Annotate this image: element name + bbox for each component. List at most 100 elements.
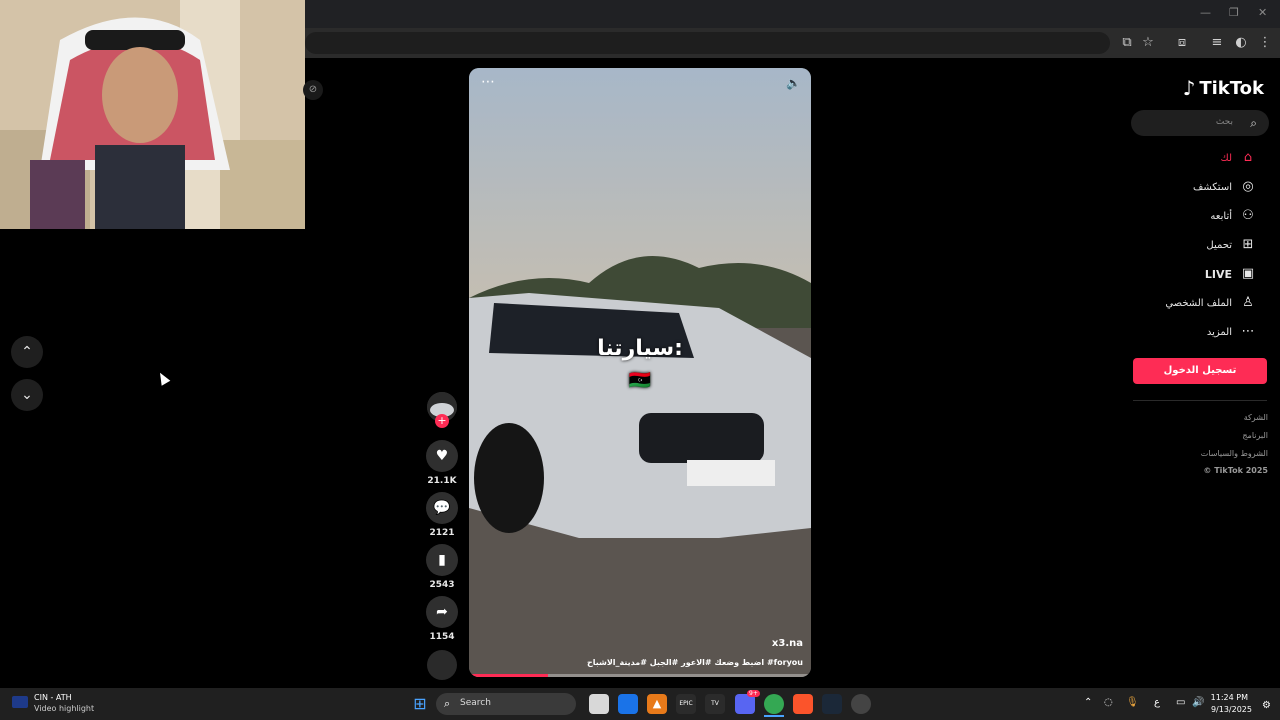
- webcam-image: [0, 0, 305, 229]
- chrome-active-indicator: [764, 715, 784, 717]
- sidebar-item-label: استكشف: [1193, 181, 1232, 193]
- epic-games-icon[interactable]: EPIC: [676, 694, 696, 714]
- footer-copyright: © TikTok 2025: [1203, 466, 1268, 475]
- clock-date[interactable]: 9/13/2025: [1208, 705, 1252, 714]
- like-button[interactable]: ♥: [426, 440, 458, 472]
- more-icon: ⋯: [1241, 324, 1255, 339]
- mouse-cursor: [155, 370, 171, 386]
- search-box[interactable]: ⌕ بحث: [1131, 110, 1269, 136]
- video-username[interactable]: x3.na: [772, 638, 803, 649]
- sidebar-item-label: أتابعه: [1210, 210, 1232, 222]
- volume-icon[interactable]: 🔈: [786, 76, 801, 90]
- discord-badge: 9+: [747, 690, 760, 697]
- taskbar-search-label: Search: [460, 698, 491, 708]
- sidebar-item-3[interactable]: تحميل ⊞: [1206, 234, 1256, 256]
- sidebar-item-label: الملف الشخصي: [1165, 297, 1232, 309]
- cast-icon[interactable]: ⧉: [1118, 34, 1136, 52]
- vlc-icon[interactable]: ▲: [647, 694, 667, 714]
- share-count: 1154: [429, 632, 455, 642]
- sidebar-item-6[interactable]: المزيد ⋯: [1207, 321, 1256, 343]
- pluto-tv-icon[interactable]: TV: [705, 694, 725, 714]
- more-options-icon[interactable]: ⋯: [481, 74, 495, 90]
- sidebar-item-2[interactable]: أتابعه ⚇: [1210, 205, 1256, 227]
- comment-button[interactable]: 💬: [426, 492, 458, 524]
- minimize-button[interactable]: —: [1200, 6, 1211, 19]
- video-player[interactable]: ⋯ 🔈 سيارتنا: 🇱🇾 x3.na اضبط وضعك #الاعور …: [469, 68, 811, 677]
- show-hidden-icons-icon[interactable]: ⌃: [1084, 697, 1092, 708]
- windows-start-icon[interactable]: ⊞: [410, 694, 430, 714]
- previous-video-button[interactable]: ⌃: [11, 336, 43, 368]
- webcam-overlay: [0, 0, 305, 229]
- sidebar-item-5[interactable]: الملف الشخصي ♙: [1165, 292, 1256, 314]
- save-button[interactable]: ▮: [426, 544, 458, 576]
- weather-location[interactable]: CIN - ATH: [34, 693, 72, 702]
- extensions-icon[interactable]: ⧈: [1173, 34, 1191, 52]
- sidebar-item-label: تحميل: [1206, 239, 1232, 251]
- app-icon[interactable]: [851, 694, 871, 714]
- save-count: 2543: [429, 580, 455, 590]
- share-arrow-icon: ➦: [436, 604, 448, 620]
- restore-button[interactable]: ❐: [1229, 6, 1239, 19]
- profile-avatar-icon[interactable]: ◐: [1232, 34, 1250, 52]
- weather-widget-icon[interactable]: [12, 696, 28, 708]
- footer-program-link[interactable]: البرنامج: [1242, 431, 1268, 440]
- video-hashtags[interactable]: اضبط وضعك #الاعور #الجبل #مدينة_الاشباح …: [587, 658, 803, 667]
- follow-plus-icon[interactable]: +: [435, 414, 449, 428]
- input-language[interactable]: ع: [1154, 697, 1160, 708]
- sidebar-item-label: المزيد: [1206, 326, 1232, 338]
- notification-icon[interactable]: ⚙: [1262, 700, 1271, 711]
- upload-icon: ⊞: [1242, 237, 1254, 252]
- network-icon[interactable]: ◌: [1104, 697, 1113, 708]
- address-bar[interactable]: [305, 32, 1110, 54]
- sidebar-item-label: لك: [1220, 152, 1232, 164]
- home-icon: ⌂: [1243, 150, 1253, 165]
- brave-icon[interactable]: [793, 694, 813, 714]
- taskbar-search-icon: ⌕: [444, 697, 451, 710]
- share-button[interactable]: ➦: [426, 596, 458, 628]
- search-placeholder: بحث: [1215, 117, 1233, 127]
- next-video-button[interactable]: ⌄: [11, 379, 43, 411]
- bookmark-star-icon[interactable]: ☆: [1139, 34, 1157, 52]
- wifi-icon[interactable]: ▭: [1176, 697, 1185, 708]
- edge-browser-icon[interactable]: [618, 694, 638, 714]
- music-disc-icon[interactable]: [427, 650, 457, 680]
- sidebar-item-4[interactable]: LIVE ▣: [1205, 263, 1256, 285]
- video-progress-fill: [469, 674, 548, 677]
- weather-subtitle: Video highlight: [34, 704, 95, 713]
- libya-flag: 🇱🇾: [628, 370, 652, 391]
- browser-menu-icon[interactable]: ⋮: [1256, 34, 1274, 52]
- footer-company-link[interactable]: الشركة: [1244, 413, 1268, 422]
- login-button[interactable]: تسجيل الدخول: [1133, 358, 1267, 384]
- tiktok-note-icon: ♪: [1182, 76, 1196, 100]
- discord-icon[interactable]: [735, 694, 755, 714]
- like-count: 21.1K: [427, 476, 457, 486]
- chevron-down-icon: ⌄: [21, 387, 33, 403]
- sidebar-item-0[interactable]: لك ⌂: [1221, 147, 1256, 169]
- media-control-icon[interactable]: ≡: [1208, 34, 1226, 52]
- compass-icon: ◎: [1242, 179, 1254, 194]
- search-icon[interactable]: ⌕: [1250, 116, 1257, 131]
- comment-count: 2121: [429, 528, 455, 538]
- chevron-up-icon: ⌃: [21, 344, 33, 360]
- steam-icon[interactable]: [822, 694, 842, 714]
- speaker-icon[interactable]: 🔊: [1192, 697, 1204, 708]
- profile-icon: ♙: [1242, 295, 1254, 310]
- close-button[interactable]: ✕: [1258, 6, 1267, 19]
- task-view-icon[interactable]: [589, 694, 609, 714]
- user-follow-icon: ⚇: [1242, 208, 1254, 223]
- heart-icon: ♥: [435, 448, 449, 464]
- video-overlay-text: سيارتنا:: [597, 336, 683, 361]
- sidebar-item-1[interactable]: استكشف ◎: [1193, 176, 1256, 198]
- chrome-icon[interactable]: [764, 694, 784, 714]
- footer-terms-link[interactable]: الشروط والسياسات: [1201, 449, 1268, 458]
- comment-icon: 💬: [433, 500, 451, 516]
- sidebar-divider: [1133, 400, 1267, 401]
- microphone-icon[interactable]: 🎙: [1126, 697, 1139, 708]
- tiktok-logo-text: TikTok: [1199, 77, 1264, 99]
- sidebar-item-label: LIVE: [1204, 267, 1232, 281]
- tiktok-logo[interactable]: ♪ TikTok: [1183, 76, 1264, 100]
- settings-icon[interactable]: ⊘: [303, 80, 323, 100]
- clock-time[interactable]: 11:24 PM: [1208, 693, 1248, 702]
- taskbar-search[interactable]: ⌕ Search: [436, 693, 576, 715]
- live-icon: ▣: [1241, 266, 1255, 281]
